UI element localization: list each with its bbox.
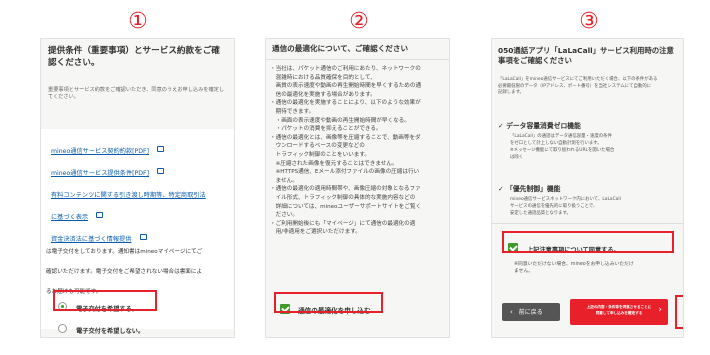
radio-option-paper[interactable]: 電子交付を希望しない。 — [58, 318, 144, 337]
step-number-2: ② — [349, 9, 369, 34]
highlight-box — [502, 231, 674, 253]
link-contract-pdf[interactable]: mineo通信サービス契約約款[PDF] — [51, 138, 165, 157]
section-data-free: ✓ データ容量消費ゼロ機能 「LaLaCall」の通話はデータ通信容量・速度の条… — [498, 122, 615, 160]
lalacall-notice-panel: 050通話アプリ「LaLaCall」サービス利用時の注意事項をご確認ください 「… — [491, 38, 684, 338]
link-text[interactable]: mineo通信サービス提供条件[PDF] — [51, 170, 149, 177]
chevron-right-icon: › — [658, 305, 662, 315]
confirm-submit-button[interactable]: 上記の内容・条件等を同意させることに 同意して申し込みを確定する › — [570, 299, 668, 325]
link-text[interactable]: 有料コンテンツに関する引き渡し時期等、特定商取引法 — [51, 192, 206, 199]
link-terms-pdf[interactable]: mineo通信サービス提供条件[PDF] — [51, 160, 165, 179]
section-priority-control: ✓ 「優先制御」機能 mineo通信サービスネットワーク内において、LaLaCa… — [498, 185, 621, 216]
panel3-intro: 「LaLaCall」をmineo通信サービスにてご利用いただく場合、以下の条件が… — [498, 77, 658, 96]
check-mark-icon: ✓ — [498, 122, 504, 130]
highlight-box — [675, 295, 683, 329]
external-link-icon — [157, 145, 165, 152]
link-commerce-law-2[interactable]: に基づく表示 — [51, 204, 104, 223]
link-text[interactable]: mineo通信サービス契約約款[PDF] — [51, 148, 149, 155]
radio-label[interactable]: 電子交付を希望しない。 — [76, 328, 144, 335]
traffic-optimization-panel: 通信の最適化について、ご確認ください ・当社は、パケット通信のご利用にあたり、ネ… — [265, 38, 450, 338]
step-number-3: ③ — [579, 9, 599, 34]
highlight-box — [274, 292, 383, 313]
external-link-icon — [157, 167, 165, 174]
check-mark-icon: ✓ — [498, 185, 504, 193]
highlight-box — [53, 290, 157, 311]
external-link-icon — [139, 233, 147, 240]
link-text[interactable]: に基づく表示 — [51, 214, 88, 221]
terms-confirmation-panel: 提供条件（重要事項）とサービス約款をご確認ください。 重要事項とサービス約款をご… — [40, 38, 235, 338]
optimization-details: ・当社は、パケット通信のご利用にあたり、ネットワークの 混雑時における品質確保を… — [270, 66, 422, 236]
link-commerce-law[interactable]: 有料コンテンツに関する引き渡し時期等、特定商取引法 — [51, 182, 233, 201]
panel1-description: 重要事項とサービス約款をご確認いただき、同意のうえお申し込みを確定してください。 — [48, 87, 225, 101]
external-link-icon — [96, 211, 104, 218]
step-number-1: ① — [128, 9, 148, 34]
panel2-title: 通信の最適化について、ご確認ください — [272, 44, 409, 53]
radio-unselected-icon[interactable] — [58, 324, 67, 333]
back-button-label[interactable]: 前に戻る — [519, 309, 543, 316]
back-button[interactable]: ‹ 前に戻る — [502, 303, 560, 321]
panel3-title: 050通話アプリ「LaLaCall」サービス利用時の注意事項をご確認ください — [498, 46, 674, 65]
disagree-note: ※同意いただけない場合、mineoをお申し込みいただけ ません。 — [514, 262, 634, 274]
panel1-title: 提供条件（重要事項）とサービス約款をご確認ください。 — [48, 46, 220, 68]
submit-label-line2[interactable]: 同意して申し込みを確定する — [570, 310, 668, 316]
chevron-left-icon: ‹ — [510, 308, 513, 316]
